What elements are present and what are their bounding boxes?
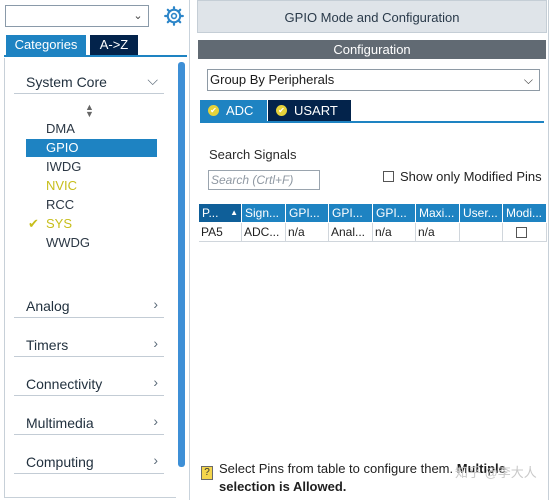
configuration-header: Configuration xyxy=(198,40,546,59)
show-modified-label: Show only Modified Pins xyxy=(400,169,542,184)
watermark: 知乎 @李大人 xyxy=(455,465,537,480)
category-analog[interactable]: Analog › xyxy=(14,293,164,318)
check-circle-icon: ✔ xyxy=(208,105,219,116)
tab-label: ADC xyxy=(226,103,254,118)
group-by-select[interactable]: Group By Peripherals ⌵ xyxy=(207,69,540,91)
column-header-gpio-mode[interactable]: GPI... xyxy=(329,204,373,222)
table-cell-gpio-mode[interactable]: Anal... xyxy=(329,223,373,242)
category-label: Multimedia xyxy=(26,415,94,431)
column-header-pin[interactable]: P... ▲ xyxy=(199,204,242,222)
sort-arrows-icon[interactable]: ▲ ▼ xyxy=(85,103,94,119)
group-by-value: Group By Peripherals xyxy=(210,72,335,87)
table-cell-pin[interactable]: PA5 xyxy=(199,223,242,242)
header-label: P... xyxy=(202,206,219,220)
chevron-down-icon[interactable]: ⌵ xyxy=(147,72,158,89)
table-cell-modified[interactable] xyxy=(503,223,547,242)
category-label: Connectivity xyxy=(26,376,103,392)
chevron-right-icon[interactable]: › xyxy=(153,296,158,312)
column-header-max-speed[interactable]: Maxi... xyxy=(416,204,460,222)
peripheral-dma[interactable]: DMA xyxy=(46,120,75,138)
table-cell-max-speed[interactable]: n/a xyxy=(416,223,460,242)
category-label: Timers xyxy=(26,337,69,353)
category-label: Computing xyxy=(26,454,94,470)
peripheral-gpio[interactable]: GPIO xyxy=(26,139,157,157)
chevron-down-icon[interactable]: ⌄ xyxy=(132,9,144,23)
category-label: Analog xyxy=(26,298,70,314)
peripheral-iwdg[interactable]: IWDG xyxy=(46,158,81,176)
category-timers[interactable]: Timers › xyxy=(14,332,164,357)
scrollbar-thumb[interactable] xyxy=(178,62,185,467)
pin-table: P... ▲ Sign... GPI... GPI... GPI... Maxi… xyxy=(199,204,547,454)
tab-label: USART xyxy=(294,103,338,118)
categories-panel: ⌄ Categories A->Z System Core ⌵ ▲ ▼ DMA G… xyxy=(0,0,190,500)
mode-configuration-panel: GPIO Mode and Configuration Configuratio… xyxy=(197,0,559,500)
table-cell-signal[interactable]: ADC... xyxy=(242,223,286,242)
peripheral-rcc[interactable]: RCC xyxy=(46,196,74,214)
table-cell-user-label[interactable] xyxy=(460,223,503,242)
chevron-down-icon[interactable]: ⌵ xyxy=(524,73,533,88)
help-icon: ? xyxy=(201,466,213,480)
column-header-gpio-output[interactable]: GPI... xyxy=(286,204,329,222)
chevron-right-icon[interactable]: › xyxy=(153,413,158,429)
tabs-underline xyxy=(4,55,187,57)
peripheral-search-input[interactable]: ⌄ xyxy=(5,5,149,27)
tabs-underline xyxy=(200,121,544,123)
peripheral-nvic[interactable]: NVIC xyxy=(46,177,77,195)
chevron-right-icon[interactable]: › xyxy=(153,335,158,351)
panel-divider xyxy=(548,0,549,500)
chevron-right-icon[interactable]: › xyxy=(153,452,158,468)
category-connectivity[interactable]: Connectivity › xyxy=(14,371,164,396)
chevron-right-icon[interactable]: › xyxy=(153,374,158,390)
column-header-user-label[interactable]: User... xyxy=(460,204,503,222)
column-header-signal[interactable]: Sign... xyxy=(242,204,286,222)
tab-a-to-z[interactable]: A->Z xyxy=(90,35,138,55)
peripheral-label: GPIO xyxy=(46,140,79,155)
peripheral-wwdg[interactable]: WWDG xyxy=(46,234,90,252)
category-multimedia[interactable]: Multimedia › xyxy=(14,410,164,435)
category-computing[interactable]: Computing › xyxy=(14,449,164,474)
show-modified-checkbox[interactable] xyxy=(383,171,394,182)
tab-adc[interactable]: ✔ ADC xyxy=(200,100,267,121)
check-icon: ✔ xyxy=(28,216,39,231)
table-cell-gpio-pull[interactable]: n/a xyxy=(373,223,416,242)
category-system-core[interactable]: System Core ⌵ xyxy=(14,69,164,94)
peripheral-sys[interactable]: SYS xyxy=(46,215,72,233)
search-placeholder: Search (Crtl+F) xyxy=(211,173,294,187)
category-label: System Core xyxy=(26,74,107,90)
hint-bold-selection: selection is Allowed. xyxy=(219,479,347,494)
check-circle-icon: ✔ xyxy=(276,105,287,116)
panel-title: GPIO Mode and Configuration xyxy=(197,0,547,33)
tab-categories[interactable]: Categories xyxy=(6,35,86,55)
search-signals-label: Search Signals xyxy=(209,147,297,162)
search-signals-input[interactable]: Search (Crtl+F) xyxy=(208,170,320,190)
table-cell-gpio-output[interactable]: n/a xyxy=(286,223,329,242)
column-header-modified[interactable]: Modi... xyxy=(503,204,547,222)
gear-icon[interactable] xyxy=(164,6,184,26)
column-header-gpio-pull[interactable]: GPI... xyxy=(373,204,416,222)
hint-plain: Select Pins from table to configure them… xyxy=(219,461,454,476)
sort-up-icon: ▲ xyxy=(230,208,238,217)
modified-checkbox[interactable] xyxy=(516,227,527,238)
tab-usart[interactable]: ✔ USART xyxy=(268,100,351,121)
